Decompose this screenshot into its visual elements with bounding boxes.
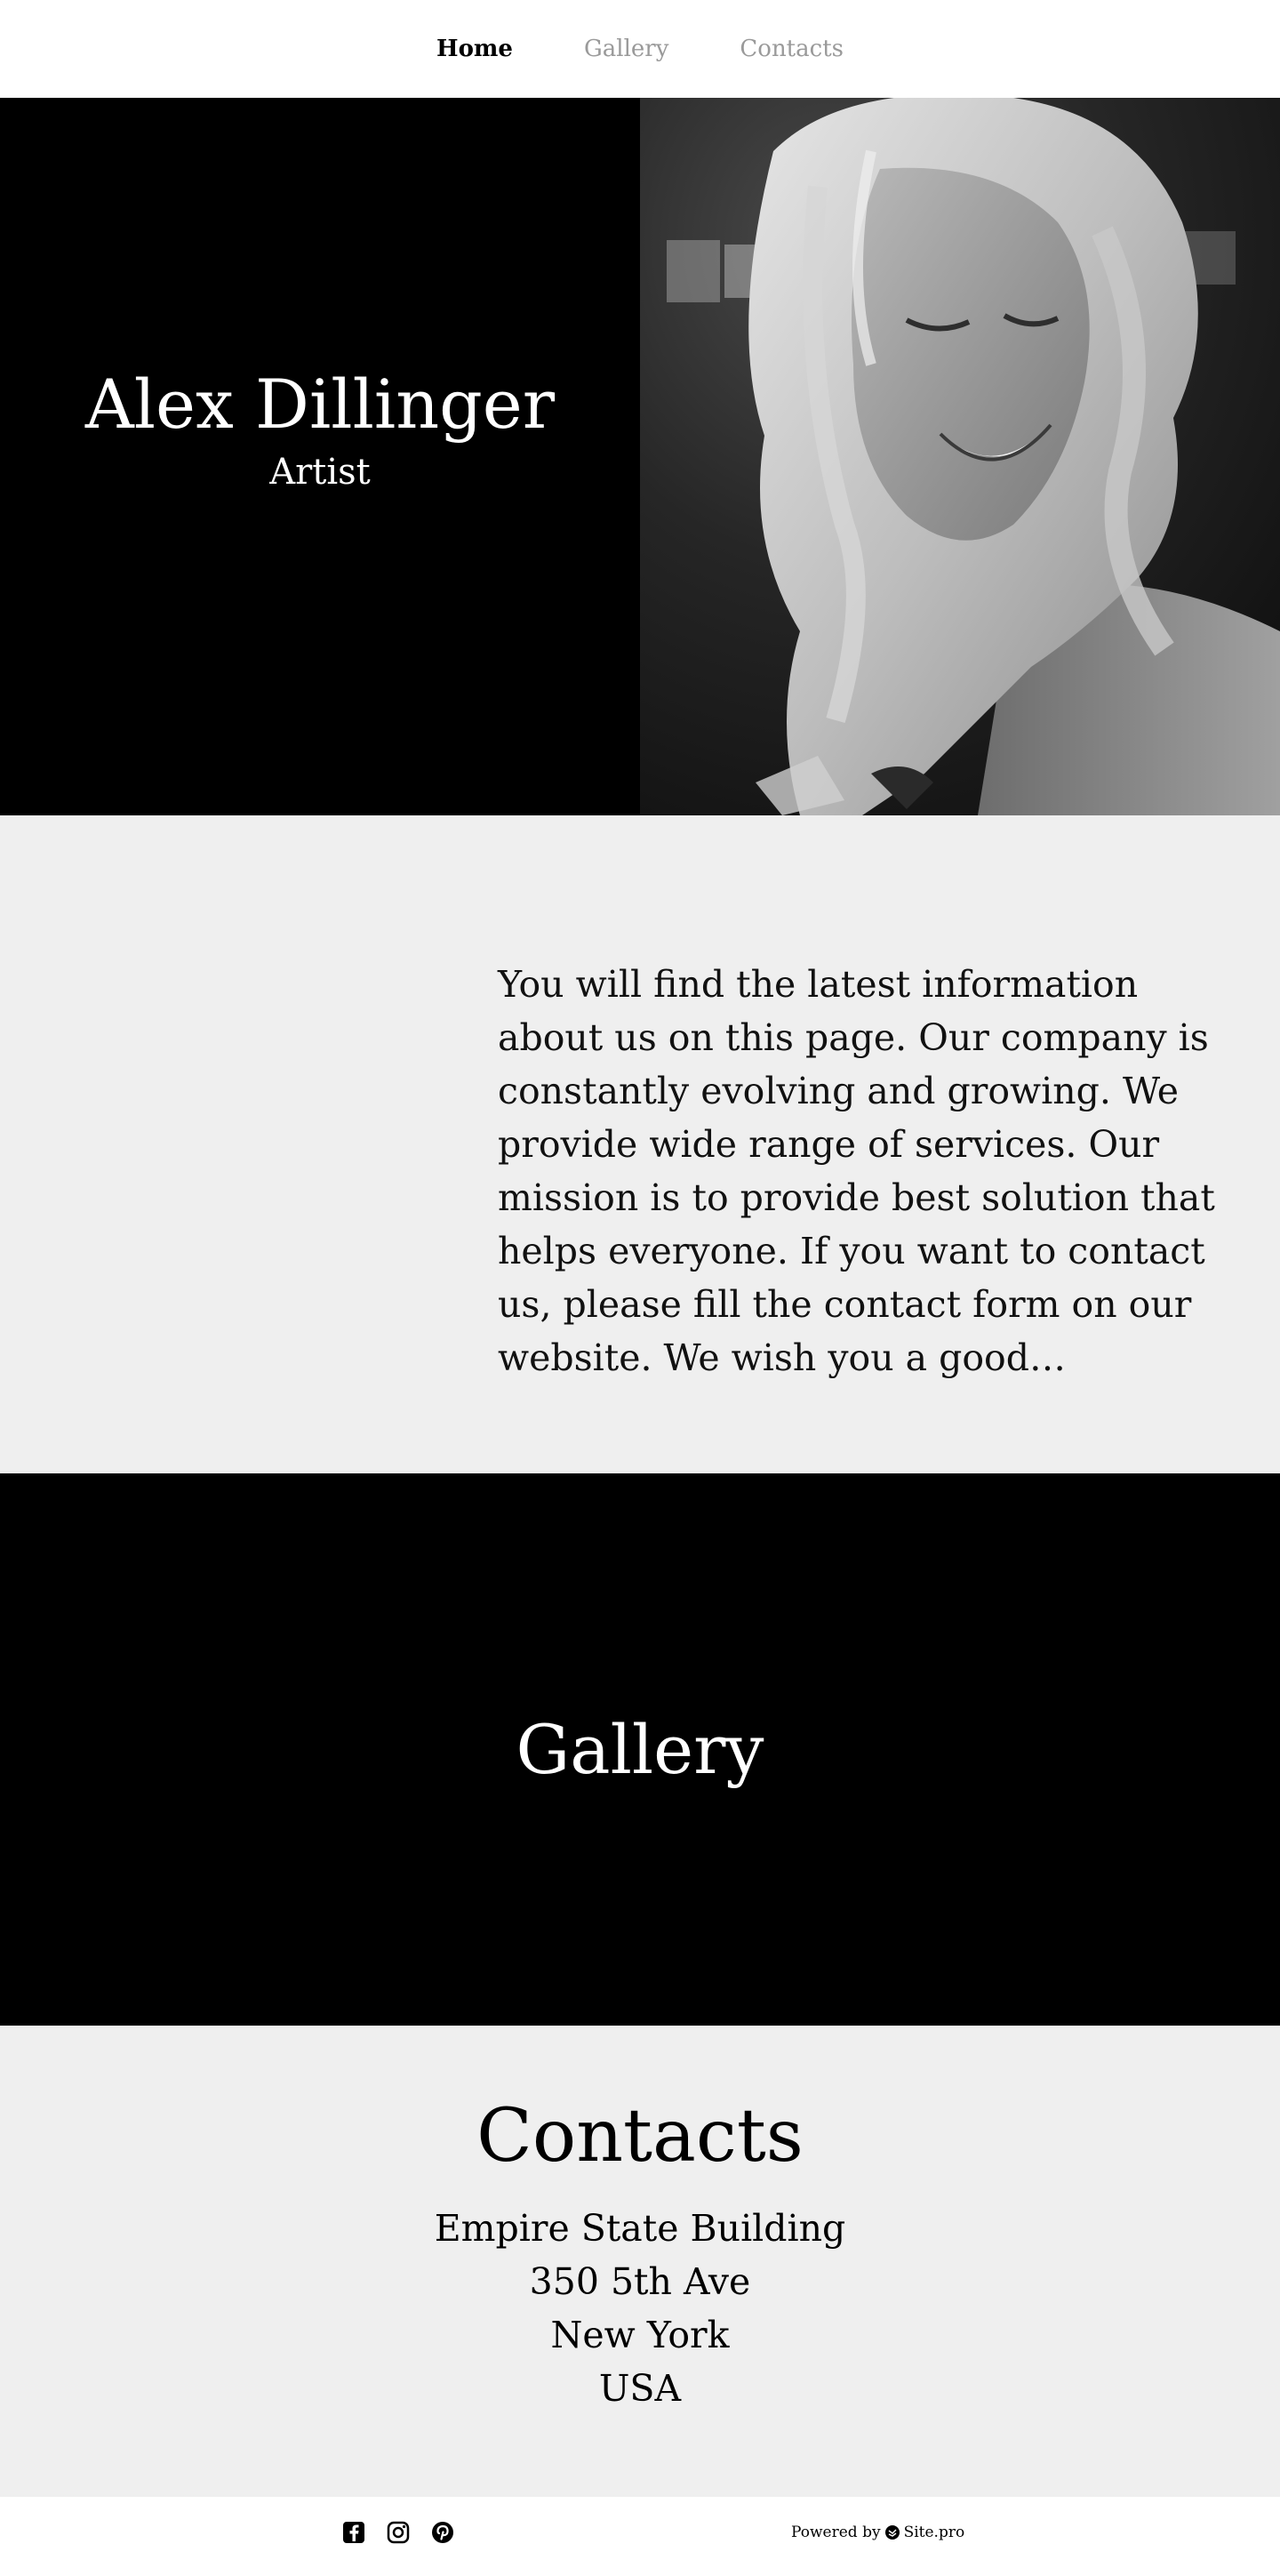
address-line-3: New York (550, 2314, 730, 2357)
gallery-section: Gallery (0, 1473, 1280, 2026)
site-pro-logo-icon (884, 2525, 900, 2540)
about-text: You will find the latest information abo… (498, 963, 1215, 1379)
pinterest-icon[interactable] (430, 2520, 455, 2545)
facebook-icon[interactable] (341, 2520, 366, 2545)
main-nav: Home Gallery Contacts (0, 0, 1280, 98)
hero-role: Artist (269, 452, 371, 494)
address-line-1: Empire State Building (434, 2207, 846, 2251)
footer: Powered by Site.pro (0, 2497, 1280, 2576)
address-line-2: 350 5th Ave (529, 2260, 751, 2304)
nav-gallery-link[interactable]: Gallery (584, 36, 668, 62)
contacts-title: Contacts (476, 2094, 804, 2179)
nav-contacts-link[interactable]: Contacts (740, 36, 844, 62)
powered-by: Powered by Site.pro (791, 2524, 964, 2541)
nav-home-link[interactable]: Home (436, 36, 513, 62)
powered-by-label: Powered by (791, 2524, 881, 2541)
about-section: You will find the latest information abo… (0, 815, 1280, 1473)
social-links (341, 2520, 455, 2545)
gallery-title: Gallery (516, 1710, 764, 1789)
hero-section: Alex Dillinger Artist (0, 98, 1280, 815)
site-pro-link[interactable]: Site.pro (904, 2524, 965, 2541)
contacts-section: Contacts Empire State Building 350 5th A… (0, 2026, 1280, 2497)
hero-title-panel: Alex Dillinger Artist (0, 98, 640, 815)
instagram-icon[interactable] (386, 2520, 411, 2545)
hero-name: Alex Dillinger (84, 364, 556, 444)
portrait-photo (640, 98, 1280, 815)
address-line-4: USA (598, 2367, 682, 2411)
hero-portrait-image (640, 98, 1280, 815)
